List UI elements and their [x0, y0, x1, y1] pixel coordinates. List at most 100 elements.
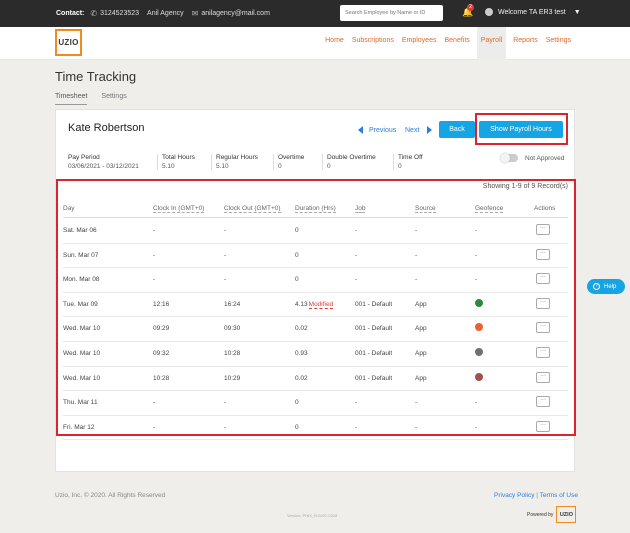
nav-reports[interactable]: Reports	[512, 27, 539, 60]
row-actions-button[interactable]: ···	[536, 273, 550, 285]
row-actions-button[interactable]: ···	[536, 371, 550, 383]
column-header-day[interactable]: Day	[63, 205, 75, 212]
column-header-duration[interactable]: Duration (Hrs)	[295, 205, 336, 213]
row-actions-button[interactable]: ···	[536, 420, 550, 432]
column-header-clock[interactable]: Clock Out (GMT+0)	[224, 205, 281, 213]
nav-links: Home Subscriptions Employees Benefits Payrol…	[318, 27, 572, 60]
nav-employees[interactable]: Employees	[401, 27, 438, 60]
uzio-logo[interactable]: UZIO	[55, 29, 82, 56]
clock-out-cell-text: -	[224, 227, 227, 234]
row-actions-button[interactable]: ···	[536, 297, 550, 309]
geofence-cell[interactable]	[475, 323, 483, 333]
column-header-source[interactable]: Source	[415, 205, 436, 213]
user-menu[interactable]: Welcome TA ER3 test ▼	[485, 8, 581, 16]
version-text: Version: PHIX_B-0007-0328	[287, 513, 338, 518]
help-label: Help	[604, 283, 617, 290]
nav-home[interactable]: Home	[324, 27, 345, 60]
timesheet-table: Showing 1-9 of 9 Record(s) Day Clock In (…	[56, 179, 576, 441]
approval-toggle[interactable]	[500, 153, 518, 163]
globe-icon[interactable]	[475, 348, 483, 356]
job-cell-text: -	[355, 399, 358, 407]
row-actions-button[interactable]: ···	[536, 347, 550, 358]
top-bar: Contact: ✆ 3124523523 Anil Agency ✉ anilag…	[0, 0, 630, 27]
nav-payroll[interactable]: Payroll	[476, 27, 507, 60]
contact-phone: 3124523523	[100, 10, 140, 17]
summary-label: Pay Period	[68, 154, 100, 161]
show-payroll-hours-button[interactable]: Show Payroll Hours	[479, 121, 563, 138]
back-button[interactable]: Back	[439, 121, 475, 138]
job-cell: -	[355, 276, 357, 283]
duration-cell-text: 4.13	[295, 300, 308, 308]
duration-cell: 0	[295, 424, 299, 431]
welcome-text: Welcome TA ER3 test	[498, 8, 566, 16]
employee-search-input[interactable]	[340, 5, 443, 21]
source-cell-text: App	[415, 350, 427, 357]
table-row: Wed. Mar 10 09:32 10:28 0.93 001 - Default Ap…	[63, 342, 568, 367]
geofence-cell[interactable]	[475, 348, 483, 358]
job-cell: 001 - Default	[355, 325, 392, 332]
source-cell-text: -	[415, 423, 418, 431]
row-actions-button[interactable]: ···	[536, 224, 550, 235]
summary-double-overtime: Double Overtime 0	[322, 154, 384, 170]
source-cell-text: -	[415, 399, 418, 407]
source-cell-text: App	[415, 300, 427, 308]
powered-by: Powered by UZIO	[527, 506, 577, 523]
column-header-job[interactable]: Job	[355, 205, 366, 213]
globe-icon[interactable]	[475, 323, 483, 332]
tab-timesheet[interactable]: Timesheet	[55, 93, 88, 105]
row-actions-button[interactable]: ···	[536, 396, 550, 408]
summary-label: Time Off	[398, 154, 423, 161]
source-cell: App	[415, 325, 427, 332]
duration-cell-text: 0	[295, 251, 299, 259]
summary-label: Double Overtime	[327, 154, 376, 161]
previous-link[interactable]: Previous	[358, 126, 396, 134]
clock-in-cell: -	[153, 227, 155, 234]
source-cell-text: -	[415, 251, 418, 259]
clock-in-cell: 09:29	[153, 325, 169, 332]
row-actions-button[interactable]: ···	[536, 248, 550, 260]
duration-cell: 0	[295, 276, 299, 283]
duration-cell-text: 0.02	[295, 374, 308, 382]
geofence-cell[interactable]	[475, 298, 483, 309]
day-cell-text: Fri. Mar 12	[63, 423, 95, 431]
job-cell-text: -	[355, 276, 358, 284]
privacy-policy-link[interactable]: Privacy Policy	[494, 492, 534, 499]
clock-out-cell-text: -	[224, 251, 227, 259]
clock-in-cell-text: -	[153, 251, 156, 259]
next-label: Next	[405, 126, 420, 134]
column-header-clock[interactable]: Clock In (GMT+0)	[153, 205, 205, 213]
nav-benefits[interactable]: Benefits	[443, 27, 470, 60]
nav-subscriptions[interactable]: Subscriptions	[351, 27, 395, 60]
summary-value: 5.10	[216, 163, 229, 170]
pay-summary: Pay Period 03/06/2021 - 03/12/2021 Total H…	[68, 154, 442, 170]
source-cell-text: App	[415, 325, 427, 333]
geofence-cell[interactable]	[475, 372, 483, 383]
next-link[interactable]: Next	[405, 126, 433, 134]
duration-cell-text: 0.93	[295, 350, 308, 357]
clock-out-cell: 10:28	[224, 350, 240, 357]
modified-badge[interactable]: Modified	[308, 300, 334, 309]
terms-of-use-link[interactable]: Terms of Use	[540, 492, 578, 499]
row-actions-button[interactable]: ···	[536, 322, 550, 334]
source-cell: App	[415, 301, 427, 308]
copyright: Uzio, Inc. © 2020. All Rights Reserved	[55, 492, 166, 499]
arrow-left-icon	[358, 126, 363, 134]
globe-icon[interactable]	[475, 298, 483, 307]
summary-total-hours: Total Hours 5.10	[157, 154, 202, 170]
source-cell: App	[415, 350, 427, 357]
column-header-geofence[interactable]: Geofence	[475, 205, 504, 213]
day-cell-text: Thu. Mar 11	[63, 399, 98, 407]
help-button[interactable]: ? Help	[587, 279, 625, 294]
job-cell-text: 001 - Default	[355, 300, 393, 308]
duration-cell-text: 0.02	[295, 325, 308, 333]
subtabs: Timesheet Settings	[55, 93, 141, 105]
clock-out-cell: -	[224, 227, 226, 234]
geofence-cell: -	[475, 276, 478, 284]
job-cell-text: -	[355, 423, 358, 431]
day-cell-text: Wed. Mar 10	[63, 325, 101, 333]
tab-settings[interactable]: Settings	[101, 93, 126, 105]
day-cell-text: Sun. Mar 07	[63, 251, 99, 259]
globe-icon[interactable]	[475, 372, 483, 381]
clock-in-cell: -	[153, 252, 155, 259]
nav-settings[interactable]: Settings	[545, 27, 572, 60]
